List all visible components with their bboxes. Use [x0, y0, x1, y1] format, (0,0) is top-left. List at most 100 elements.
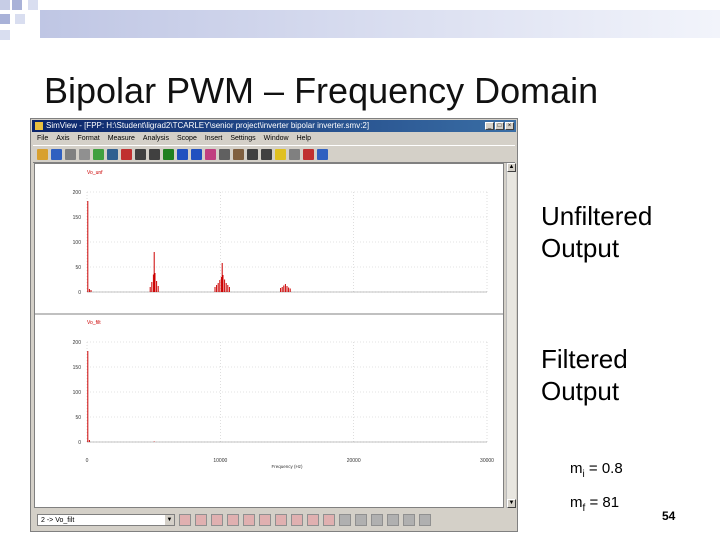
x-icon[interactable] [371, 514, 383, 526]
fft-icon[interactable] [121, 148, 132, 160]
decor-square [15, 14, 25, 24]
menu-item-measure[interactable]: Measure [108, 133, 135, 144]
wave-icon[interactable] [291, 514, 303, 526]
fit-icon[interactable] [219, 148, 230, 160]
measure-icon[interactable] [205, 148, 216, 160]
x-tick-label: 10000 [213, 458, 227, 464]
scroll-up-icon[interactable]: ▲ [507, 163, 516, 172]
d-icon[interactable] [419, 514, 431, 526]
menu-item-help[interactable]: Help [297, 133, 311, 144]
window-title: SimView - [FPP: H:\Student\ligrad2\TCARL… [46, 121, 370, 130]
scope-icon[interactable] [323, 514, 335, 526]
mf-value: = 81 [589, 494, 620, 511]
p-icon[interactable] [387, 514, 399, 526]
toolbar [33, 145, 515, 163]
sine-icon[interactable] [211, 514, 223, 526]
marker-icon[interactable] [303, 148, 314, 160]
cursor-icon[interactable] [163, 148, 174, 160]
zoom-icon[interactable] [93, 148, 104, 160]
app-icon [35, 122, 43, 130]
print-icon[interactable] [65, 148, 76, 160]
filtered-label: Filtered Output [541, 344, 628, 406]
zoom-out-icon[interactable] [191, 148, 202, 160]
curve-select[interactable]: 2 -> Vo_filt ▼ [37, 514, 175, 526]
wave-icon[interactable] [275, 514, 287, 526]
mi-parameter: mi = 0.8 [570, 460, 623, 480]
x-icon[interactable] [135, 148, 146, 160]
decor-square [0, 0, 10, 10]
sine-icon[interactable] [227, 514, 239, 526]
right-arrow-icon[interactable] [339, 514, 351, 526]
y-tick-label: 50 [75, 265, 81, 271]
menu-item-axis[interactable]: Axis [56, 133, 69, 144]
scope-icon[interactable] [307, 514, 319, 526]
unfiltered-label: Unfiltered Output [541, 201, 653, 263]
line-icon[interactable] [247, 148, 258, 160]
slide-title: Bipolar PWM – Frequency Domain [44, 70, 599, 111]
wave-icon[interactable] [243, 514, 255, 526]
bottom-toolbar: 2 -> Vo_filt ▼ [33, 510, 515, 530]
menu-item-insert[interactable]: Insert [205, 133, 223, 144]
menu-item-scope[interactable]: Scope [177, 133, 197, 144]
scroll-down-icon[interactable]: ▼ [507, 499, 516, 508]
mf-symbol: m [570, 494, 583, 511]
decor-square [0, 30, 10, 40]
s-icon[interactable] [403, 514, 415, 526]
mi-symbol: m [570, 460, 583, 477]
decor-square [28, 0, 38, 10]
menu-item-window[interactable]: Window [264, 133, 289, 144]
panel-title: Vo_filt [87, 320, 101, 326]
curve-select-value: 2 -> Vo_filt [41, 517, 75, 524]
menu-item-file[interactable]: File [37, 133, 48, 144]
y-tick-label: 100 [73, 240, 82, 246]
y-tick-label: 0 [78, 290, 81, 296]
window-controls: _ □ × [485, 122, 514, 130]
mf-parameter: mf = 81 [570, 494, 619, 514]
save-icon[interactable] [51, 148, 62, 160]
y-tick-label: 200 [73, 340, 82, 346]
copy-icon[interactable] [79, 148, 90, 160]
arrow-icon[interactable] [261, 148, 272, 160]
plot-area: Vo_unf 200 150 100 50 0 Vo_filt 200 150 100 50 0 0 10… [34, 163, 504, 508]
mi-value: = 0.8 [588, 460, 623, 477]
text-icon[interactable] [233, 148, 244, 160]
decor-band [40, 10, 720, 38]
spectrum-plots: Vo_unf 200 150 100 50 0 Vo_filt 200 150 100 50 0 0 10… [35, 170, 503, 469]
y-tick-label: 100 [73, 390, 82, 396]
x-tick-label: 30000 [480, 458, 494, 464]
menu-item-analysis[interactable]: Analysis [143, 133, 169, 144]
wave-icon[interactable] [259, 514, 271, 526]
chevron-down-icon[interactable]: ▼ [165, 515, 174, 525]
open-icon[interactable] [37, 148, 48, 160]
decor-square [12, 0, 22, 10]
mi-subscript: i [582, 469, 585, 480]
x-axis-label: Frequency (Hz) [271, 464, 303, 469]
chart-icon[interactable] [107, 148, 118, 160]
menu-item-settings[interactable]: Settings [230, 133, 255, 144]
decor-square [0, 14, 10, 24]
menu-bar: File Axis Format Measure Analysis Scope Insert… [33, 133, 515, 144]
page-number: 54 [662, 509, 676, 523]
y-tick-label: 150 [73, 215, 82, 221]
y-tick-label: 150 [73, 365, 82, 371]
simview-window: SimView - [FPP: H:\Student\ligrad2\TCARL… [30, 118, 518, 532]
right-arrow-icon[interactable] [355, 514, 367, 526]
export-icon[interactable] [317, 148, 328, 160]
y-icon[interactable] [149, 148, 160, 160]
y-tick-label: 50 [75, 415, 81, 421]
settings-icon[interactable] [289, 148, 300, 160]
maximize-button[interactable]: □ [495, 122, 504, 130]
x-tick-label: 0 [86, 458, 89, 464]
menu-item-format[interactable]: Format [78, 133, 100, 144]
sine-icon[interactable] [179, 514, 191, 526]
vertical-scrollbar[interactable]: ▲ ▼ [506, 163, 516, 508]
clock-icon[interactable] [275, 148, 286, 160]
y-tick-label: 0 [78, 440, 81, 446]
zoom-in-icon[interactable] [177, 148, 188, 160]
close-button[interactable]: × [505, 122, 514, 130]
minimize-button[interactable]: _ [485, 122, 494, 130]
y-tick-label: 200 [73, 190, 82, 196]
window-titlebar[interactable]: SimView - [FPP: H:\Student\ligrad2\TCARL… [32, 120, 516, 132]
sine-icon[interactable] [195, 514, 207, 526]
panel-title: Vo_unf [87, 170, 103, 176]
